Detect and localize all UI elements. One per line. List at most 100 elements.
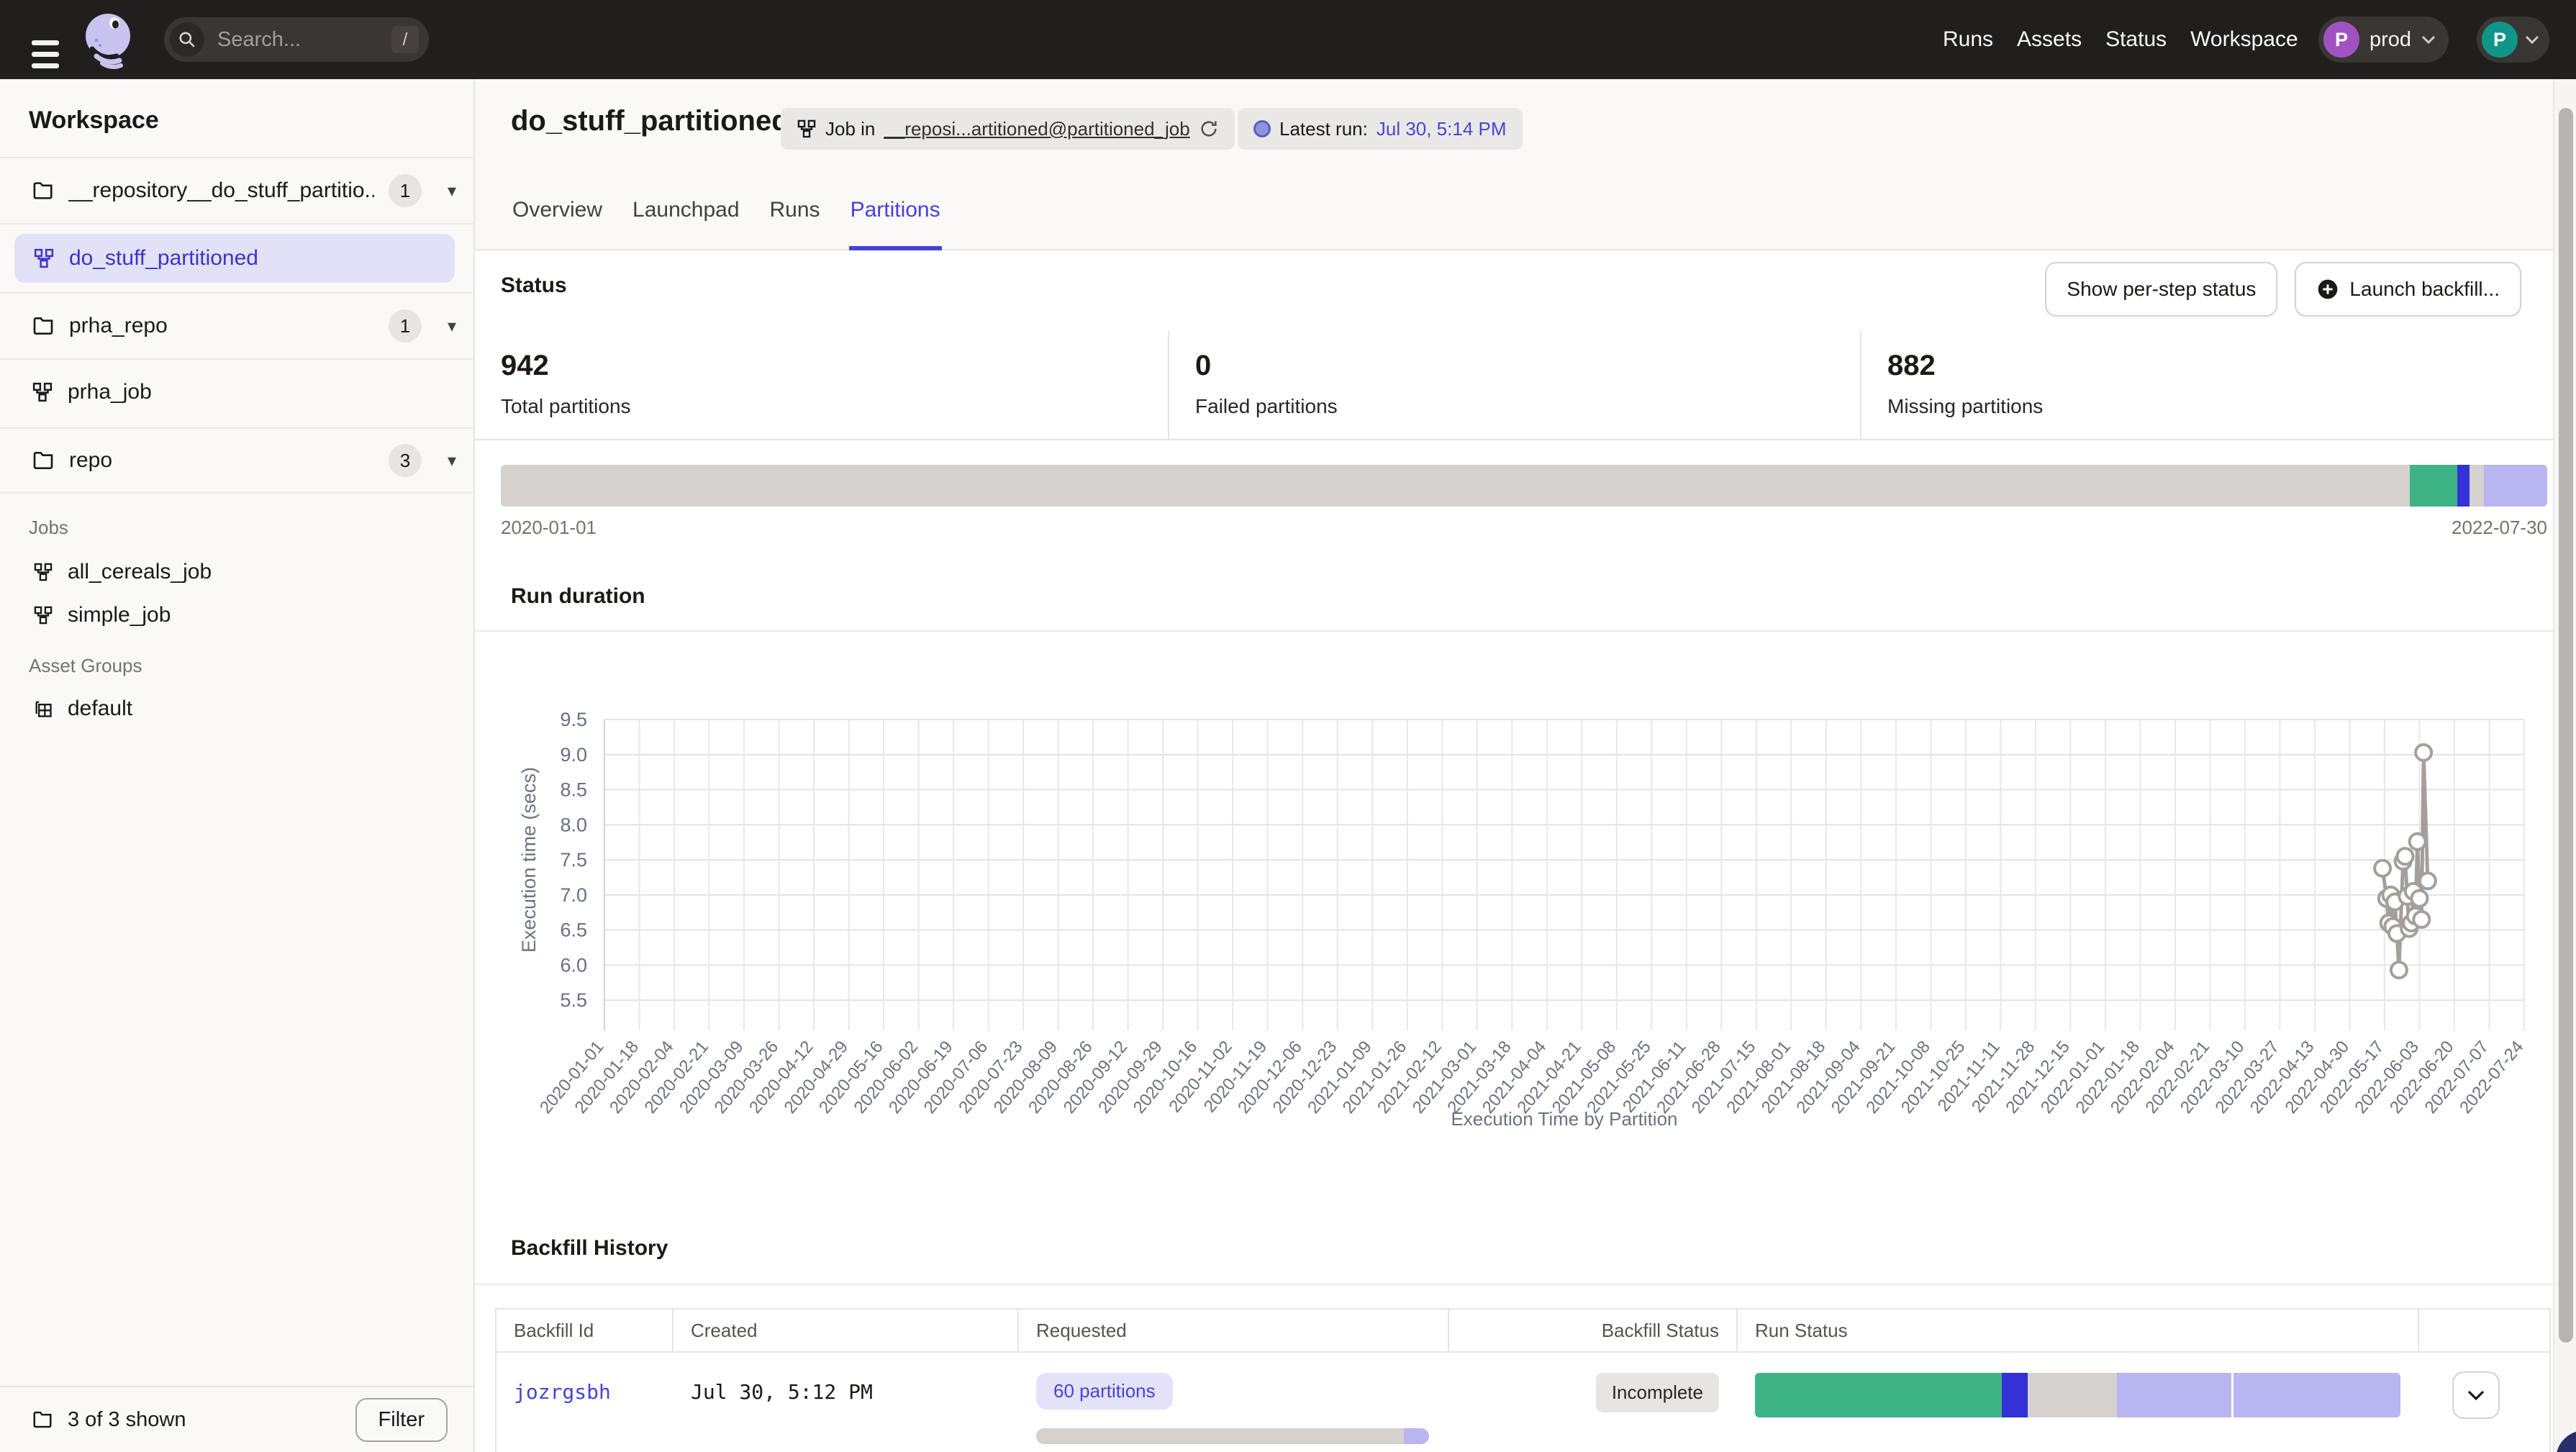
data-point[interactable]: [2391, 962, 2407, 978]
stat-label: Failed partitions: [1195, 395, 1860, 418]
col-backfill-id: Backfill Id: [496, 1310, 674, 1351]
svg-text:7.5: 7.5: [560, 849, 587, 871]
nav-workspace[interactable]: Workspace: [2190, 27, 2298, 52]
search-icon: [170, 22, 204, 57]
deployment-switcher[interactable]: P prod: [2318, 17, 2449, 63]
svg-text:7.0: 7.0: [560, 884, 587, 906]
job-icon: [33, 605, 53, 625]
latest-run-time-link[interactable]: Jul 30, 5:14 PM: [1377, 118, 1507, 140]
chevron-down-icon[interactable]: ▾: [448, 450, 456, 471]
sidebar-item-prha-repo[interactable]: prha_repo 1 ▾: [0, 292, 475, 358]
workspace-sidebar: Workspace __repository__do_stuff_partiti…: [0, 79, 475, 1452]
stat-missing-partitions: 882 Missing partitions: [1860, 331, 2553, 439]
launch-backfill-button[interactable]: Launch backfill...: [2295, 262, 2521, 317]
status-badge: Incomplete: [1596, 1373, 1719, 1412]
svg-text:8.0: 8.0: [560, 814, 587, 835]
bar-segment: [1755, 1373, 2002, 1417]
col-requested: Requested: [1019, 1310, 1449, 1351]
nav-assets[interactable]: Assets: [2017, 27, 2082, 52]
sidebar-item-label: do_stuff_partitioned: [69, 246, 258, 271]
top-nav-links: Runs Assets Status Workspace: [1943, 0, 2298, 79]
repository-link[interactable]: __reposi...artitioned@partitioned_job: [884, 118, 1189, 140]
requested-partitions-pill[interactable]: 60 partitions: [1036, 1373, 1173, 1410]
sidebar-job-label: all_cereals_job: [68, 560, 212, 584]
job-icon: [32, 381, 53, 403]
filter-button[interactable]: Filter: [355, 1398, 448, 1442]
page-title: do_stuff_partitioned: [511, 105, 789, 137]
deployment-label: prod: [2369, 28, 2411, 52]
expand-row-button[interactable]: [2452, 1371, 2500, 1419]
user-menu[interactable]: P: [2477, 17, 2549, 63]
bar-segment: [2233, 1373, 2400, 1417]
status-actions: Show per-step status Launch backfill...: [2045, 262, 2521, 317]
sidebar-asset-group-default[interactable]: default: [0, 687, 475, 730]
partition-end-date: 2022-07-30: [2452, 517, 2547, 539]
search-placeholder: Search...: [217, 28, 391, 52]
run-duration-chart[interactable]: 5.56.06.57.07.58.08.59.09.52020-01-01202…: [475, 684, 2551, 1158]
scrollbar-thumb[interactable]: [2559, 108, 2573, 1343]
sidebar-item-repo[interactable]: repo 3 ▾: [0, 427, 475, 494]
backfill-table-header: Backfill Id Created Requested Backfill S…: [496, 1310, 2549, 1351]
partition-stats: 942 Total partitions 0 Failed partitions…: [475, 331, 2553, 440]
sidebar-item-repository-do-stuff[interactable]: __repository__do_stuff_partitio... 1 ▾: [0, 157, 475, 223]
tab-overview[interactable]: Overview: [511, 174, 604, 250]
col-run-status: Run Status: [1738, 1310, 2419, 1351]
job-icon: [33, 248, 55, 269]
sidebar-item-prha-job[interactable]: prha_job: [0, 358, 475, 425]
show-per-step-status-label: Show per-step status: [2067, 278, 2256, 301]
backfill-history-table: Backfill Id Created Requested Backfill S…: [495, 1308, 2551, 1452]
page-scrollbar[interactable]: [2553, 79, 2576, 1452]
data-point[interactable]: [2420, 873, 2436, 889]
data-point[interactable]: [2375, 861, 2390, 876]
row-actions-cell: [2419, 1353, 2549, 1452]
col-created: Created: [674, 1310, 1019, 1351]
stat-label: Missing partitions: [1887, 395, 2553, 418]
tab-partitions[interactable]: Partitions: [849, 174, 942, 250]
reload-icon[interactable]: [1199, 119, 1219, 139]
data-point[interactable]: [2397, 848, 2413, 864]
search-input[interactable]: Search... /: [164, 17, 429, 62]
svg-text:6.5: 6.5: [560, 920, 587, 941]
tab-launchpad[interactable]: Launchpad: [631, 174, 740, 250]
user-avatar: P: [2482, 22, 2518, 58]
chevron-down-icon[interactable]: ▾: [448, 316, 456, 337]
nav-status[interactable]: Status: [2105, 27, 2167, 52]
sidebar-item-do-stuff-partitioned[interactable]: do_stuff_partitioned: [14, 234, 455, 283]
asset-group-icon: [33, 699, 53, 719]
requested-range-bar: [1036, 1428, 1429, 1444]
run-status-bar[interactable]: [1755, 1373, 2400, 1417]
chevron-down-icon[interactable]: ▾: [448, 181, 456, 201]
folder-icon: [32, 314, 55, 337]
sidebar-job-label: simple_job: [68, 603, 171, 627]
data-point[interactable]: [2410, 834, 2426, 850]
svg-text:9.0: 9.0: [560, 744, 587, 766]
bar-segment: [2002, 1373, 2028, 1417]
partition-status-bar[interactable]: [501, 465, 2547, 507]
col-backfill-status: Backfill Status: [1449, 1310, 1738, 1351]
nav-runs[interactable]: Runs: [1943, 27, 1993, 52]
tab-runs[interactable]: Runs: [768, 174, 822, 250]
data-point[interactable]: [2416, 745, 2431, 761]
sidebar-job-simple[interactable]: simple_job: [0, 594, 475, 637]
run-status-cell: [1738, 1353, 2419, 1452]
folder-icon: [32, 1409, 53, 1430]
hamburger-menu-icon[interactable]: [32, 40, 59, 75]
chevron-down-icon: [2525, 35, 2539, 45]
data-point[interactable]: [2413, 912, 2429, 927]
backfill-id-link[interactable]: jozrgsbh: [496, 1353, 674, 1452]
svg-text:9.5: 9.5: [560, 709, 587, 730]
top-nav-bar: Search... / Runs Assets Status Workspace…: [0, 0, 2576, 79]
data-point[interactable]: [2411, 891, 2427, 907]
job-tabs: Overview Launchpad Runs Partitions: [511, 174, 942, 250]
bar-segment: [2470, 465, 2484, 507]
show-per-step-status-button[interactable]: Show per-step status: [2045, 262, 2277, 317]
bar-segment: [2457, 465, 2470, 507]
jobs-section-label: Jobs: [29, 517, 68, 539]
dagster-logo-icon[interactable]: [81, 12, 137, 71]
svg-text:5.5: 5.5: [560, 989, 587, 1011]
folder-icon: [32, 449, 55, 472]
bar-segment: [2484, 465, 2547, 507]
svg-text:6.0: 6.0: [560, 954, 587, 976]
sidebar-job-all-cereals[interactable]: all_cereals_job: [0, 550, 475, 594]
table-row: jozrgsbh Jul 30, 5:12 PM 60 partitions 2…: [496, 1351, 2549, 1452]
